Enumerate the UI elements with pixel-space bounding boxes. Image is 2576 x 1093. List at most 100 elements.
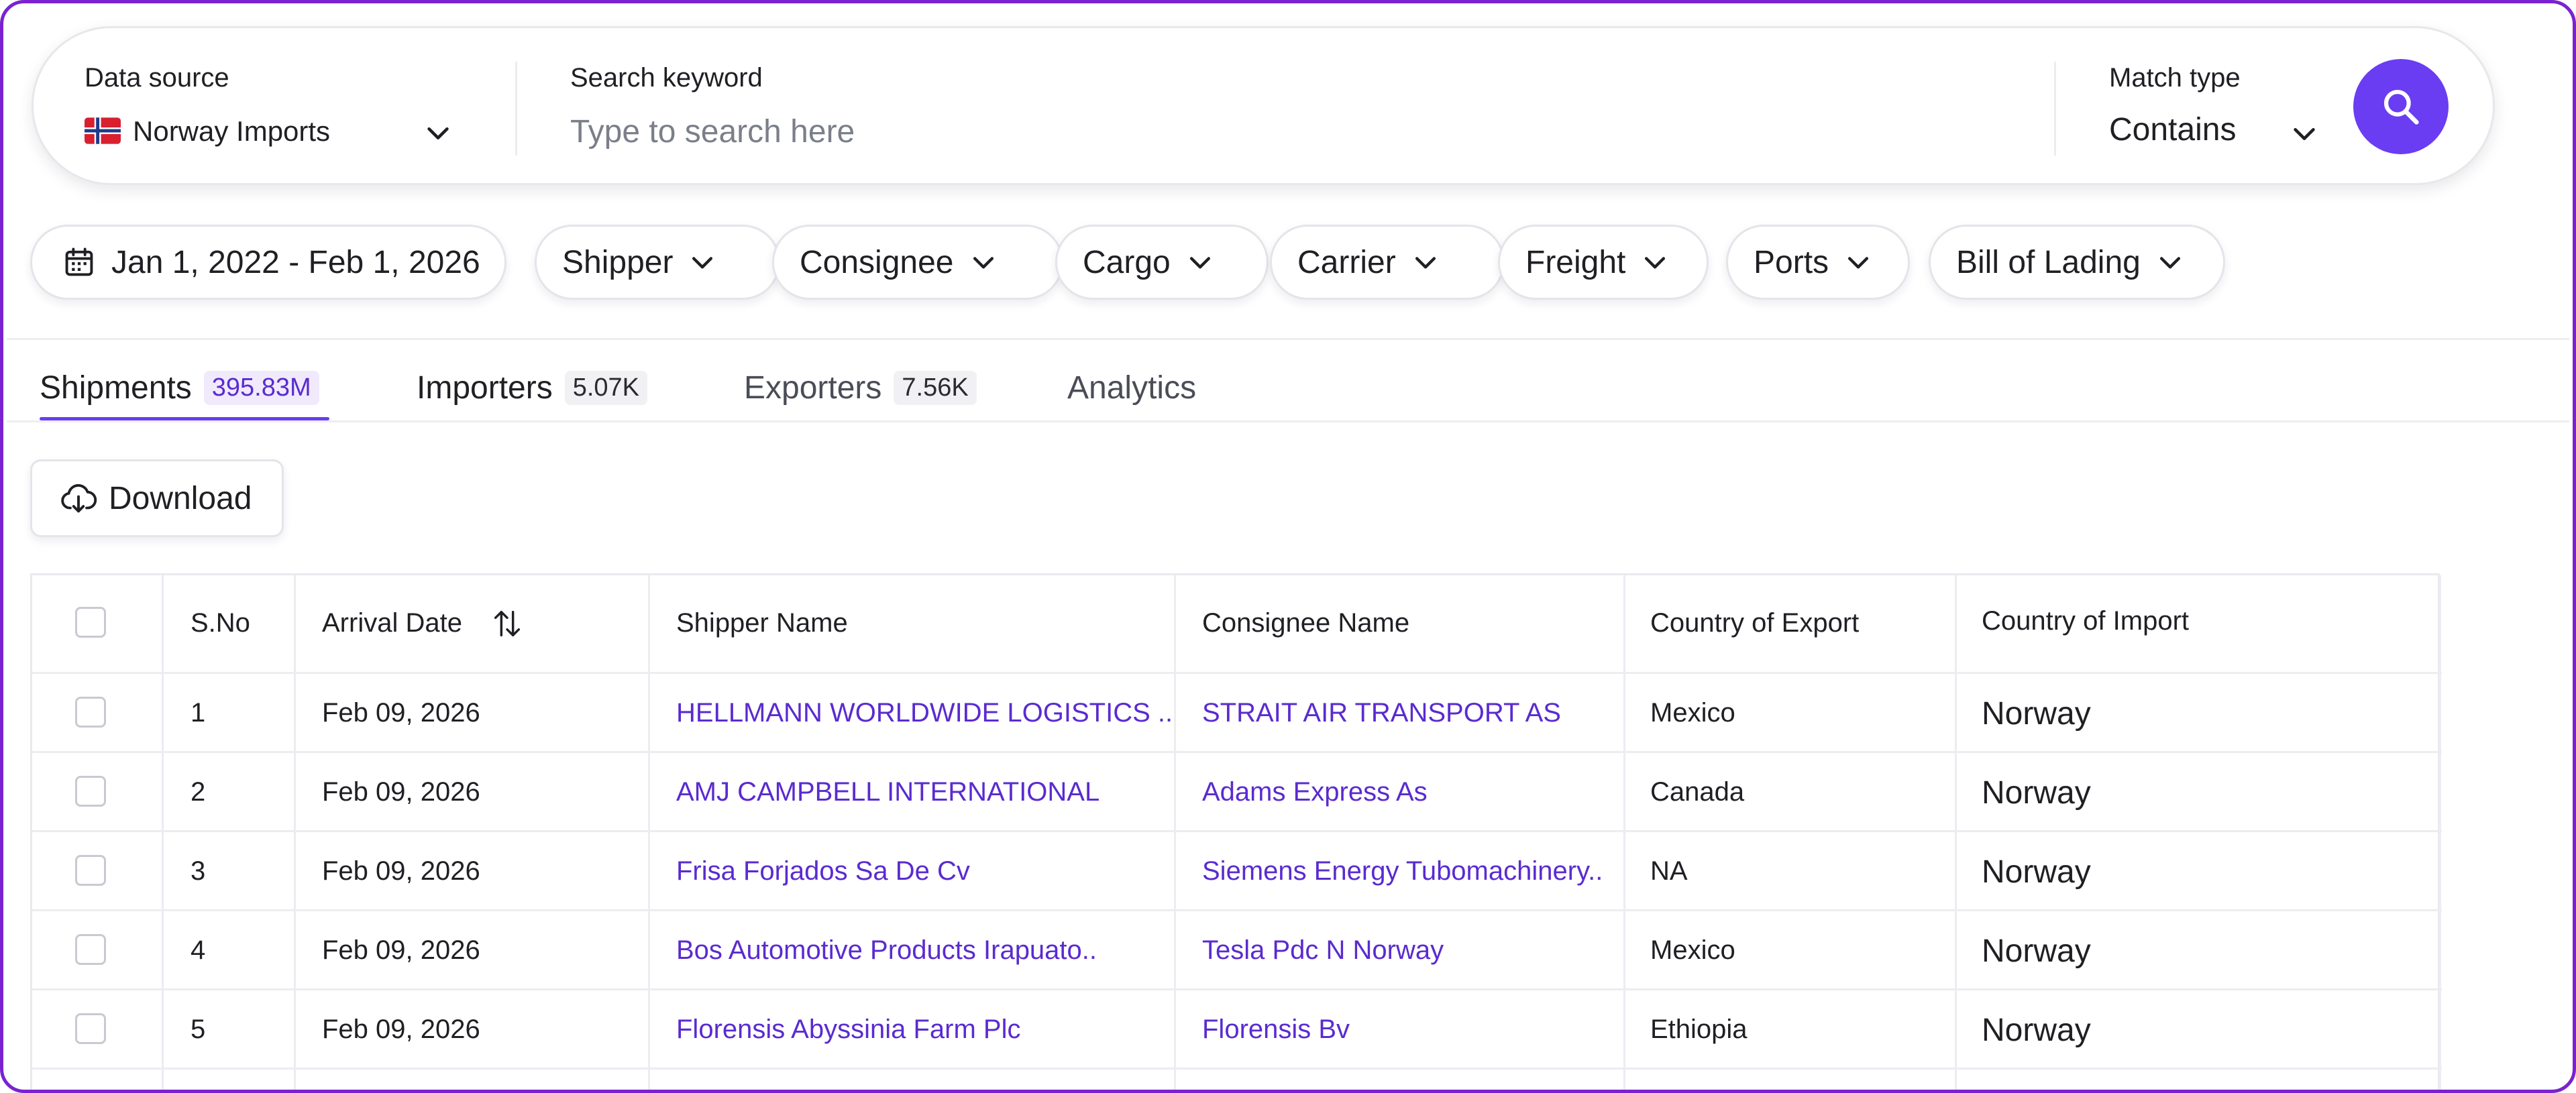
divider [515,62,517,156]
filter-shipper[interactable]: Shipper [535,225,780,300]
filter-label: Shipper [562,244,674,280]
filter-label: Carrier [1297,244,1396,280]
cloud-download-icon [61,483,97,513]
date-range-label: Jan 1, 2022 - Feb 1, 2026 [111,244,480,280]
table-row[interactable]: 5 Feb 09, 2026 Florensis Abyssinia Farm … [32,990,2442,1068]
count-badge: 7.56K [894,370,977,405]
cell-country-export: Mexico [1650,698,1735,728]
table-row[interactable]: 4 Feb 09, 2026 Bos Automotive Products I… [32,911,2442,988]
row-checkbox[interactable] [75,934,106,965]
cell-sno: 1 [191,698,206,728]
search-keyword-label: Search keyword [570,63,763,93]
divider [2054,62,2056,156]
tab-label: Analytics [1067,369,1197,406]
count-badge: 5.07K [564,370,648,405]
search-icon [2383,89,2419,125]
shipper-link[interactable]: Bos Automotive Products Irapuato.. [676,935,1097,966]
filter-label: Consignee [800,244,954,280]
tab-label: Shipments [40,369,192,406]
shipper-link[interactable]: Florensis Abyssinia Farm Plc [676,1015,1020,1045]
consignee-link[interactable]: STRAIT AIR TRANSPORT AS [1202,698,1561,728]
chevron-down-icon [1645,257,1666,269]
filter-carrier[interactable]: Carrier [1270,225,1505,300]
row-checkbox[interactable] [75,697,106,728]
cell-arrival-date: Feb 09, 2026 [322,935,480,965]
cell-arrival-date: Feb 09, 2026 [322,1015,480,1044]
cell-arrival-date: Feb 09, 2026 [322,698,480,728]
filter-label: Bill of Lading [1956,244,2141,280]
row-checkbox[interactable] [75,1013,106,1044]
consignee-link[interactable]: Siemens Energy Tubomachinery.. [1202,856,1603,886]
filter-freight[interactable]: Freight [1498,225,1709,300]
tab-label: Exporters [744,369,882,406]
column-header: Consignee Name [1202,608,1410,638]
consignee-link[interactable]: Adams Express As [1202,777,1428,807]
filter-cargo[interactable]: Cargo [1055,225,1269,300]
chevron-down-icon[interactable] [423,117,453,148]
column-header: Country of Export [1650,608,1860,638]
calendar-icon [65,247,93,276]
row-checkbox[interactable] [75,855,106,886]
shipper-link[interactable]: AMJ CAMPBELL INTERNATIONAL [676,777,1099,807]
cell-country-export: Mexico [1650,935,1735,965]
download-label: Download [109,480,252,516]
cell-country-import: Norway [1982,933,2091,969]
match-type-select[interactable]: Contains [2109,111,2236,148]
shipments-table: S.No Arrival Date Shipper Name Consignee… [30,573,2442,1090]
divider [7,338,2569,340]
chevron-down-icon [692,257,713,269]
cell-sno: 2 [191,777,206,807]
filter-consignee[interactable]: Consignee [772,225,1063,300]
filter-label: Cargo [1083,244,1171,280]
cell-country-import: Norway [1982,775,2091,811]
date-range-filter[interactable]: Jan 1, 2022 - Feb 1, 2026 [30,225,506,300]
chevron-down-icon [973,257,994,269]
cell-sno: 4 [191,935,206,965]
filter-bill-of-lading[interactable]: Bill of Lading [1929,225,2225,300]
cell-country-import: Norway [1982,1013,2091,1048]
divider [7,420,2569,422]
consignee-link[interactable]: Florensis Bv [1202,1015,1350,1045]
count-badge: 395.83M [203,370,319,405]
cell-arrival-date: Feb 09, 2026 [322,856,480,886]
data-source-select[interactable]: Norway Imports [133,115,330,148]
table-row[interactable]: 2 Feb 09, 2026 AMJ CAMPBELL INTERNATIONA… [32,753,2442,830]
row-checkbox[interactable] [75,776,106,807]
chevron-down-icon [1847,257,1869,269]
chevron-down-icon [1189,257,1210,269]
shipper-link[interactable]: HELLMANN WORLDWIDE LOGISTICS .. [676,698,1173,728]
search-button[interactable] [2353,59,2449,154]
tab-analytics[interactable]: Analytics [1067,357,1196,418]
chevron-down-icon[interactable] [2289,118,2320,149]
tab-exporters[interactable]: Exporters 7.56K [744,357,977,418]
filter-ports[interactable]: Ports [1726,225,1910,300]
tab-shipments[interactable]: Shipments 395.83M [40,357,319,418]
table-row[interactable]: 3 Feb 09, 2026 Frisa Forjados Sa De Cv S… [32,832,2442,909]
select-all-checkbox[interactable] [75,607,106,638]
chevron-down-icon [1415,257,1436,269]
filter-label: Freight [1525,244,1626,280]
row-divider [32,1068,2442,1070]
cell-arrival-date: Feb 09, 2026 [322,777,480,807]
search-bar: Data source Norway Imports Search keywor… [32,26,2495,185]
cell-country-import: Norway [1982,696,2091,732]
cell-sno: 5 [191,1015,206,1044]
app-window: Data source Norway Imports Search keywor… [0,0,2576,1093]
column-header: S.No [191,608,250,638]
column-header[interactable]: Arrival Date [322,608,462,638]
search-input[interactable] [570,106,1845,157]
norway-flag-icon [85,117,121,144]
consignee-link[interactable]: Tesla Pdc N Norway [1202,935,1444,966]
table-row[interactable]: 1 Feb 09, 2026 HELLMANN WORLDWIDE LOGIST… [32,674,2442,751]
shipper-link[interactable]: Frisa Forjados Sa De Cv [676,856,970,886]
table-header: S.No Arrival Date Shipper Name Consignee… [32,575,2442,672]
filter-label: Ports [1754,244,1829,280]
tab-importers[interactable]: Importers 5.07K [417,357,648,418]
cell-country-export: Ethiopia [1650,1015,1748,1044]
cell-country-import: Norway [1982,854,2091,890]
cell-country-export: NA [1650,856,1688,886]
match-type-label: Match type [2109,63,2241,93]
download-button[interactable]: Download [30,459,284,537]
cell-country-export: Canada [1650,777,1745,807]
sort-arrows-icon[interactable] [490,605,525,642]
